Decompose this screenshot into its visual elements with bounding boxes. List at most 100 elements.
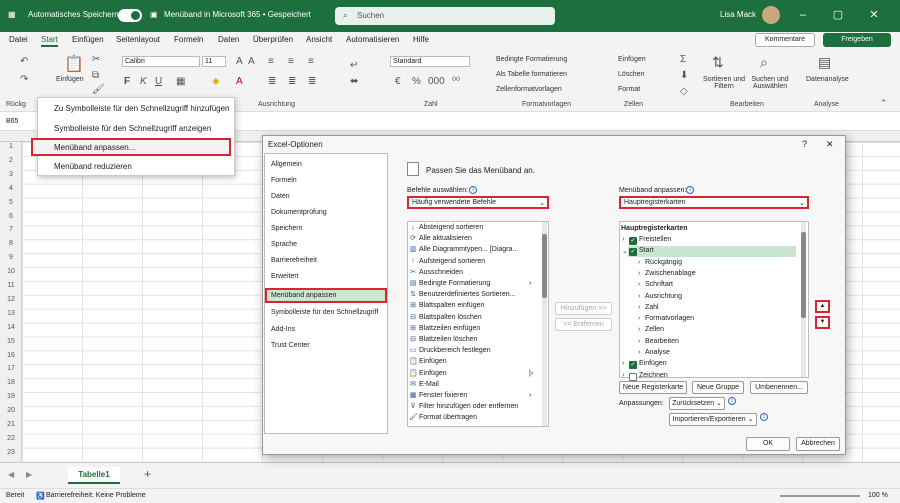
tree-item[interactable]: Einfügen bbox=[639, 360, 667, 367]
tree-item[interactable]: Analyse bbox=[645, 349, 670, 356]
row-number[interactable]: 17 bbox=[0, 365, 22, 372]
name-box[interactable]: B65 bbox=[6, 118, 18, 125]
import-export-info-icon[interactable]: i bbox=[760, 413, 768, 421]
tab-automatisieren[interactable]: Automatisieren bbox=[346, 35, 399, 44]
category-language[interactable]: Sprache bbox=[271, 241, 297, 248]
data-analysis-label[interactable]: Datenanalyse bbox=[806, 76, 849, 83]
styles-conditional[interactable]: Bedingte Formatierung bbox=[496, 56, 567, 63]
align-bottom-icon[interactable]: ≡ bbox=[308, 56, 314, 67]
align-middle-icon[interactable]: ≡ bbox=[288, 56, 294, 67]
row-number[interactable]: 9 bbox=[0, 254, 22, 261]
row-number[interactable]: 6 bbox=[0, 213, 22, 220]
expand-chevron-icon[interactable]: › bbox=[638, 338, 640, 345]
row-number[interactable]: 8 bbox=[0, 240, 22, 247]
tab-start[interactable]: Start bbox=[41, 35, 58, 47]
command-item[interactable]: Einfügen bbox=[419, 370, 447, 377]
command-item[interactable]: Einfügen bbox=[419, 358, 447, 365]
expand-chevron-icon[interactable]: › bbox=[638, 326, 640, 333]
cells-insert[interactable]: Einfügen bbox=[618, 56, 646, 63]
zoom-level[interactable]: 100 % bbox=[868, 492, 888, 499]
tab-formeln[interactable]: Formeln bbox=[174, 35, 203, 44]
maximize-icon[interactable]: ▢ bbox=[830, 7, 846, 23]
sort-filter-label[interactable]: Sortieren und Filtern bbox=[700, 76, 748, 90]
find-select-label[interactable]: Suchen und Auswählen bbox=[748, 76, 792, 90]
add-sheet-button[interactable]: + bbox=[144, 467, 151, 481]
expand-chevron-icon[interactable]: › bbox=[638, 259, 640, 266]
row-number[interactable]: 21 bbox=[0, 421, 22, 428]
styles-table[interactable]: Als Tabelle formatieren bbox=[496, 71, 567, 78]
add-button[interactable]: Hinzufügen >> bbox=[555, 302, 612, 315]
row-number[interactable]: 10 bbox=[0, 268, 22, 275]
cut-icon[interactable]: ✂ bbox=[92, 54, 100, 65]
row-number[interactable]: 1 bbox=[0, 143, 22, 150]
data-analysis-icon[interactable]: ▤ bbox=[818, 54, 831, 71]
reset-info-icon[interactable]: i bbox=[728, 397, 736, 405]
help-button[interactable]: ? bbox=[802, 139, 807, 149]
sort-filter-icon[interactable]: ⇅ bbox=[712, 54, 724, 71]
row-number[interactable]: 4 bbox=[0, 185, 22, 192]
percent-icon[interactable]: % bbox=[412, 76, 421, 87]
category-save[interactable]: Speichern bbox=[271, 225, 303, 232]
move-down-button[interactable]: ▼ bbox=[815, 316, 830, 329]
find-select-icon[interactable]: ⌕ bbox=[760, 54, 768, 71]
tree-item[interactable]: Freistellen bbox=[639, 236, 671, 243]
command-item[interactable]: Format übertragen bbox=[419, 414, 477, 421]
command-item[interactable]: Bedingte Formatierung bbox=[419, 280, 490, 287]
tree-scrollbar[interactable] bbox=[801, 222, 806, 377]
styles-cell[interactable]: Zellenformatvorlagen bbox=[496, 86, 562, 93]
clear-icon[interactable]: ◇ bbox=[680, 86, 688, 97]
category-advanced[interactable]: Erweitert bbox=[271, 273, 299, 280]
tree-item[interactable]: Zahl bbox=[645, 304, 659, 311]
fill-color-icon[interactable]: ◈ bbox=[212, 76, 220, 87]
expand-chevron-icon[interactable]: › bbox=[622, 372, 624, 379]
category-addins[interactable]: Add-Ins bbox=[271, 326, 295, 333]
tab-checkbox[interactable]: ✓ bbox=[629, 361, 637, 370]
command-item[interactable]: Druckbereich festlegen bbox=[419, 347, 491, 354]
tree-item[interactable]: Schriftart bbox=[645, 281, 673, 288]
ctx-add-to-qat[interactable]: Zu Symbolleiste für den Schnellzugriff h… bbox=[54, 104, 230, 113]
merge-icon[interactable]: ⬌ bbox=[350, 76, 358, 87]
command-item[interactable]: Alle aktualisieren bbox=[419, 235, 472, 242]
commands-scrollbar-thumb[interactable] bbox=[542, 234, 547, 298]
tree-item[interactable]: Rückgängig bbox=[645, 259, 682, 266]
command-item[interactable]: Absteigend sortieren bbox=[419, 224, 483, 231]
expand-chevron-icon[interactable]: › bbox=[638, 281, 640, 288]
new-tab-button[interactable]: Neue Registerkarte bbox=[619, 381, 687, 394]
search-box[interactable]: ⌕ Suchen bbox=[335, 7, 555, 25]
tab-datei[interactable]: Datei bbox=[9, 35, 28, 44]
tab-checkbox[interactable]: ✓ bbox=[629, 248, 637, 257]
font-name-box[interactable]: Calibri bbox=[122, 56, 200, 67]
bold-icon[interactable]: F bbox=[124, 76, 130, 87]
category-qat[interactable]: Symbolleiste für den Schnellzugriff bbox=[271, 309, 378, 316]
row-number[interactable]: 23 bbox=[0, 449, 22, 456]
comments-button[interactable]: Kommentare bbox=[755, 33, 815, 47]
row-number[interactable]: 2 bbox=[0, 157, 22, 164]
command-item[interactable]: Fenster fixieren bbox=[419, 392, 467, 399]
tree-scrollbar-thumb[interactable] bbox=[801, 232, 806, 318]
row-number[interactable]: 16 bbox=[0, 352, 22, 359]
save-icon[interactable]: ▣ bbox=[150, 10, 158, 19]
fill-icon[interactable]: ⬇ bbox=[680, 70, 688, 81]
row-number[interactable]: 20 bbox=[0, 407, 22, 414]
font-color-icon[interactable]: A bbox=[236, 76, 243, 87]
command-item[interactable]: Blattspalten einfügen bbox=[419, 302, 484, 309]
increase-font-icon[interactable]: A bbox=[236, 56, 243, 67]
rename-button[interactable]: Umbenennen... bbox=[750, 381, 808, 394]
expand-chevron-icon[interactable]: › bbox=[638, 349, 640, 356]
align-center-icon[interactable]: ≣ bbox=[288, 76, 296, 87]
row-number[interactable]: 7 bbox=[0, 226, 22, 233]
category-general[interactable]: Allgemein bbox=[271, 161, 302, 168]
font-size-box[interactable]: 11 bbox=[202, 56, 226, 67]
remove-button[interactable]: << Entfernen bbox=[555, 318, 612, 331]
tree-item[interactable]: Ausrichtung bbox=[645, 293, 682, 300]
category-formulas[interactable]: Formeln bbox=[271, 177, 297, 184]
tree-item[interactable]: Zeichnen bbox=[639, 372, 668, 379]
status-accessibility[interactable]: Barrierefreiheit: Keine Probleme bbox=[46, 492, 146, 499]
category-accessibility[interactable]: Barrierefreiheit bbox=[271, 257, 317, 264]
user-name[interactable]: Lisa Mack bbox=[720, 10, 756, 19]
command-item[interactable]: Aufsteigend sortieren bbox=[419, 258, 485, 265]
align-left-icon[interactable]: ≣ bbox=[268, 76, 276, 87]
share-button[interactable]: Freigeben bbox=[823, 33, 891, 47]
command-item[interactable]: Alle Diagrammtypen... [Diagra... bbox=[419, 246, 518, 253]
commands-info-icon[interactable]: i bbox=[469, 186, 477, 194]
